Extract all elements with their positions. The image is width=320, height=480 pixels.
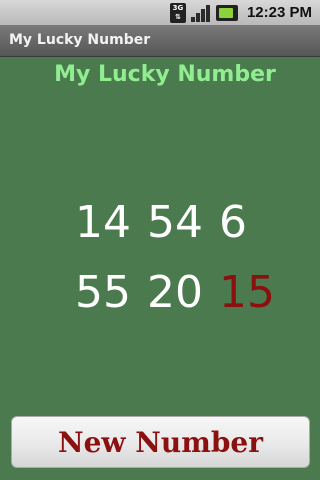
app-title-bar: My Lucky Number — [0, 25, 320, 57]
lucky-number: 54 — [147, 197, 203, 248]
app-title: My Lucky Number — [9, 32, 151, 48]
signal-strength-icon — [190, 4, 211, 22]
status-clock: 12:23 PM — [246, 4, 312, 21]
battery-icon — [215, 4, 238, 21]
network-3g-icon: 3G ⇅ — [169, 2, 186, 23]
lucky-number-highlighted: 15 — [219, 267, 275, 318]
data-arrows-icon: ⇅ — [175, 12, 181, 21]
lucky-numbers-grid: 14 54 6 55 20 15 — [75, 198, 291, 318]
lucky-number: 14 — [75, 197, 131, 248]
lucky-number: 55 — [75, 267, 131, 318]
new-number-button-label: New Number — [58, 425, 263, 459]
status-bar: 3G ⇅ 12:23 PM — [0, 0, 320, 25]
new-number-button[interactable]: New Number — [11, 416, 310, 468]
page-heading: My Lucky Number — [54, 62, 276, 87]
lucky-number: 6 — [219, 197, 247, 248]
network-label: 3G — [172, 3, 184, 12]
phone-screen: 3G ⇅ 12:23 PM My Lucky Number My Lucky N… — [0, 0, 320, 480]
status-icons: 3G ⇅ 12:23 PM — [169, 0, 312, 25]
lucky-number: 20 — [147, 267, 203, 318]
